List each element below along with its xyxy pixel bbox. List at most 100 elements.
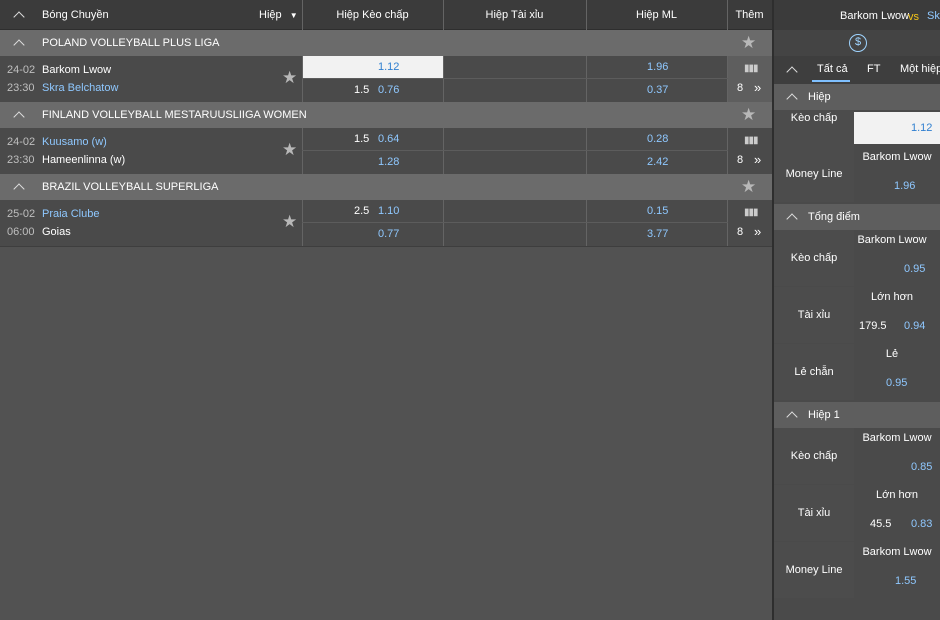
chevron-up-icon[interactable]	[786, 213, 798, 225]
market-label: Kèo chấp	[774, 230, 854, 286]
collapse-all-chevron-up-icon[interactable]	[13, 11, 25, 23]
ml-home-odd[interactable]: 0.28	[647, 133, 668, 145]
market-label: Money Line	[774, 542, 854, 598]
star-icon[interactable]: ★	[282, 69, 297, 86]
match-row: 24-02 23:30 Barkom Lwow Skra Belchatow ★…	[0, 56, 772, 102]
market-odd[interactable]: 0.95	[904, 263, 925, 275]
col-more-header: Thêm	[735, 9, 764, 21]
cashout-bar: $	[774, 30, 940, 56]
table-header: Bóng Chuyền Hiệp ▼ Hiệp Kèo chấp Hiệp Tà…	[0, 0, 772, 30]
match-date: 24-02	[7, 64, 36, 76]
home-team[interactable]: Praia Clube	[42, 208, 99, 220]
tab-all[interactable]: Tất cả	[817, 63, 848, 75]
chevron-up-icon[interactable]	[13, 183, 25, 195]
market-odd: 1.12	[911, 122, 933, 134]
handicap-away-odd[interactable]: 0.77	[378, 228, 399, 240]
market-team: Barkom Lwow	[862, 432, 932, 444]
away-team[interactable]: Skra Belchatow	[42, 82, 118, 94]
panel-match-title: Barkom Lwow vs Sk	[774, 0, 940, 30]
star-icon[interactable]: ★	[741, 178, 756, 195]
market-label: Money Line	[774, 146, 854, 202]
match-row: 25-02 06:00 Praia Clube Goias ★ 2.5 1.10…	[0, 200, 772, 246]
section-title: Hiệp	[808, 91, 831, 103]
col-overunder-header: Hiệp Tài xỉu	[485, 9, 544, 21]
col-ml-header: Hiệp ML	[636, 9, 677, 21]
more-count[interactable]: 8	[737, 82, 743, 94]
period-select-label: Hiệp	[259, 9, 282, 21]
star-icon[interactable]: ★	[282, 141, 297, 158]
caret-down-icon: ▼	[289, 11, 298, 20]
ml-away-odd[interactable]: 2.42	[647, 156, 668, 168]
tab-half[interactable]: Một hiệp	[900, 63, 940, 75]
handicap-home-odd: 1.12	[378, 61, 400, 73]
section-header[interactable]: Hiệp 1	[774, 402, 940, 428]
league-header[interactable]: FINLAND VOLLEYBALL MESTARUUSLIIGA WOMEN …	[0, 102, 772, 128]
market-odd[interactable]: 0.95	[886, 377, 907, 389]
match-time: 23:30	[7, 154, 35, 166]
section-header[interactable]: Tổng điểm	[774, 204, 940, 230]
chevron-up-icon[interactable]	[786, 411, 798, 423]
double-chevron-right-icon[interactable]: »	[754, 224, 761, 239]
handicap-home-odd[interactable]: 1.10	[378, 205, 399, 217]
market-side: Lẻ	[885, 348, 899, 360]
market-line: 45.5	[870, 518, 892, 530]
tab-ft[interactable]: FT	[867, 63, 880, 75]
league-header[interactable]: POLAND VOLLEYBALL PLUS LIGA ★	[0, 30, 772, 56]
period-select[interactable]: Hiệp ▼	[259, 0, 298, 30]
handicap-away-odd[interactable]: 1.28	[378, 156, 399, 168]
star-icon[interactable]: ★	[741, 106, 756, 123]
chevron-up-icon[interactable]	[13, 39, 25, 51]
ml-home-odd[interactable]: 0.15	[647, 205, 668, 217]
league-name: FINLAND VOLLEYBALL MESTARUUSLIIGA WOMEN	[42, 109, 307, 121]
more-count[interactable]: 8	[737, 154, 743, 166]
double-chevron-right-icon[interactable]: »	[754, 152, 761, 167]
double-chevron-right-icon[interactable]: »	[754, 80, 761, 95]
sport-title: Bóng Chuyền	[42, 9, 109, 21]
ml-home-odd[interactable]: 1.96	[647, 61, 668, 73]
star-icon[interactable]: ★	[282, 213, 297, 230]
ml-away-odd[interactable]: 3.77	[647, 228, 668, 240]
market-label: Kèo chấp	[774, 428, 854, 484]
league-name: BRAZIL VOLLEYBALL SUPERLIGA	[42, 181, 219, 193]
market-odd[interactable]: 0.85	[911, 461, 932, 473]
market-team: Barkom Lwow	[857, 234, 927, 246]
market-odd[interactable]: 0.94	[904, 320, 925, 332]
star-icon[interactable]: ★	[741, 34, 756, 51]
market-odd[interactable]: 1.55	[895, 575, 916, 587]
market-label: Tài xỉu	[774, 485, 854, 541]
odds-cell-selected[interactable]: 1.12	[854, 112, 940, 144]
market-odd[interactable]: 0.83	[911, 518, 932, 530]
col-handicap-header: Hiệp Kèo chấp	[336, 9, 409, 21]
match-time: 23:30	[7, 82, 35, 94]
panel-home-team: Barkom Lwow	[840, 10, 910, 22]
chevron-up-icon[interactable]	[786, 93, 798, 105]
section-title: Tổng điểm	[808, 211, 860, 223]
match-row: 24-02 23:30 Kuusamo (w) Hameenlinna (w) …	[0, 128, 772, 174]
league-header[interactable]: BRAZIL VOLLEYBALL SUPERLIGA ★	[0, 174, 772, 200]
match-date: 24-02	[7, 136, 36, 148]
market-odd[interactable]: 1.96	[894, 180, 915, 192]
section-title: Hiệp 1	[808, 409, 840, 421]
away-team[interactable]: Goias	[42, 226, 71, 238]
market-team: Barkom Lwow	[862, 546, 932, 558]
odds-cell-selected[interactable]: 1.12	[303, 56, 443, 78]
chevron-up-icon[interactable]	[13, 111, 25, 123]
more-cell[interactable]: ▮▮▮ 8 »	[728, 56, 772, 102]
away-team[interactable]: Hameenlinna (w)	[42, 154, 125, 166]
bar-chart-icon[interactable]: ▮▮▮	[744, 135, 758, 146]
bar-chart-icon[interactable]: ▮▮▮	[744, 207, 758, 218]
section-header[interactable]: Hiệp	[774, 84, 940, 110]
handicap-line: 1.5	[354, 133, 370, 145]
home-team[interactable]: Barkom Lwow	[42, 64, 111, 76]
chevron-up-icon[interactable]	[786, 66, 798, 78]
ml-away-odd[interactable]: 0.37	[647, 84, 668, 96]
bar-chart-icon[interactable]: ▮▮▮	[744, 63, 758, 74]
home-team[interactable]: Kuusamo (w)	[42, 136, 107, 148]
dollar-circle-icon[interactable]: $	[849, 34, 867, 52]
market-label: Lẻ chẵn	[774, 344, 854, 400]
more-count[interactable]: 8	[737, 226, 743, 238]
handicap-home-odd[interactable]: 0.64	[378, 133, 399, 145]
match-detail-panel: Barkom Lwow vs Sk $ Tất cả FT Một hiệp H…	[774, 0, 940, 620]
league-name: POLAND VOLLEYBALL PLUS LIGA	[42, 37, 220, 49]
handicap-away-odd[interactable]: 0.76	[378, 84, 399, 96]
